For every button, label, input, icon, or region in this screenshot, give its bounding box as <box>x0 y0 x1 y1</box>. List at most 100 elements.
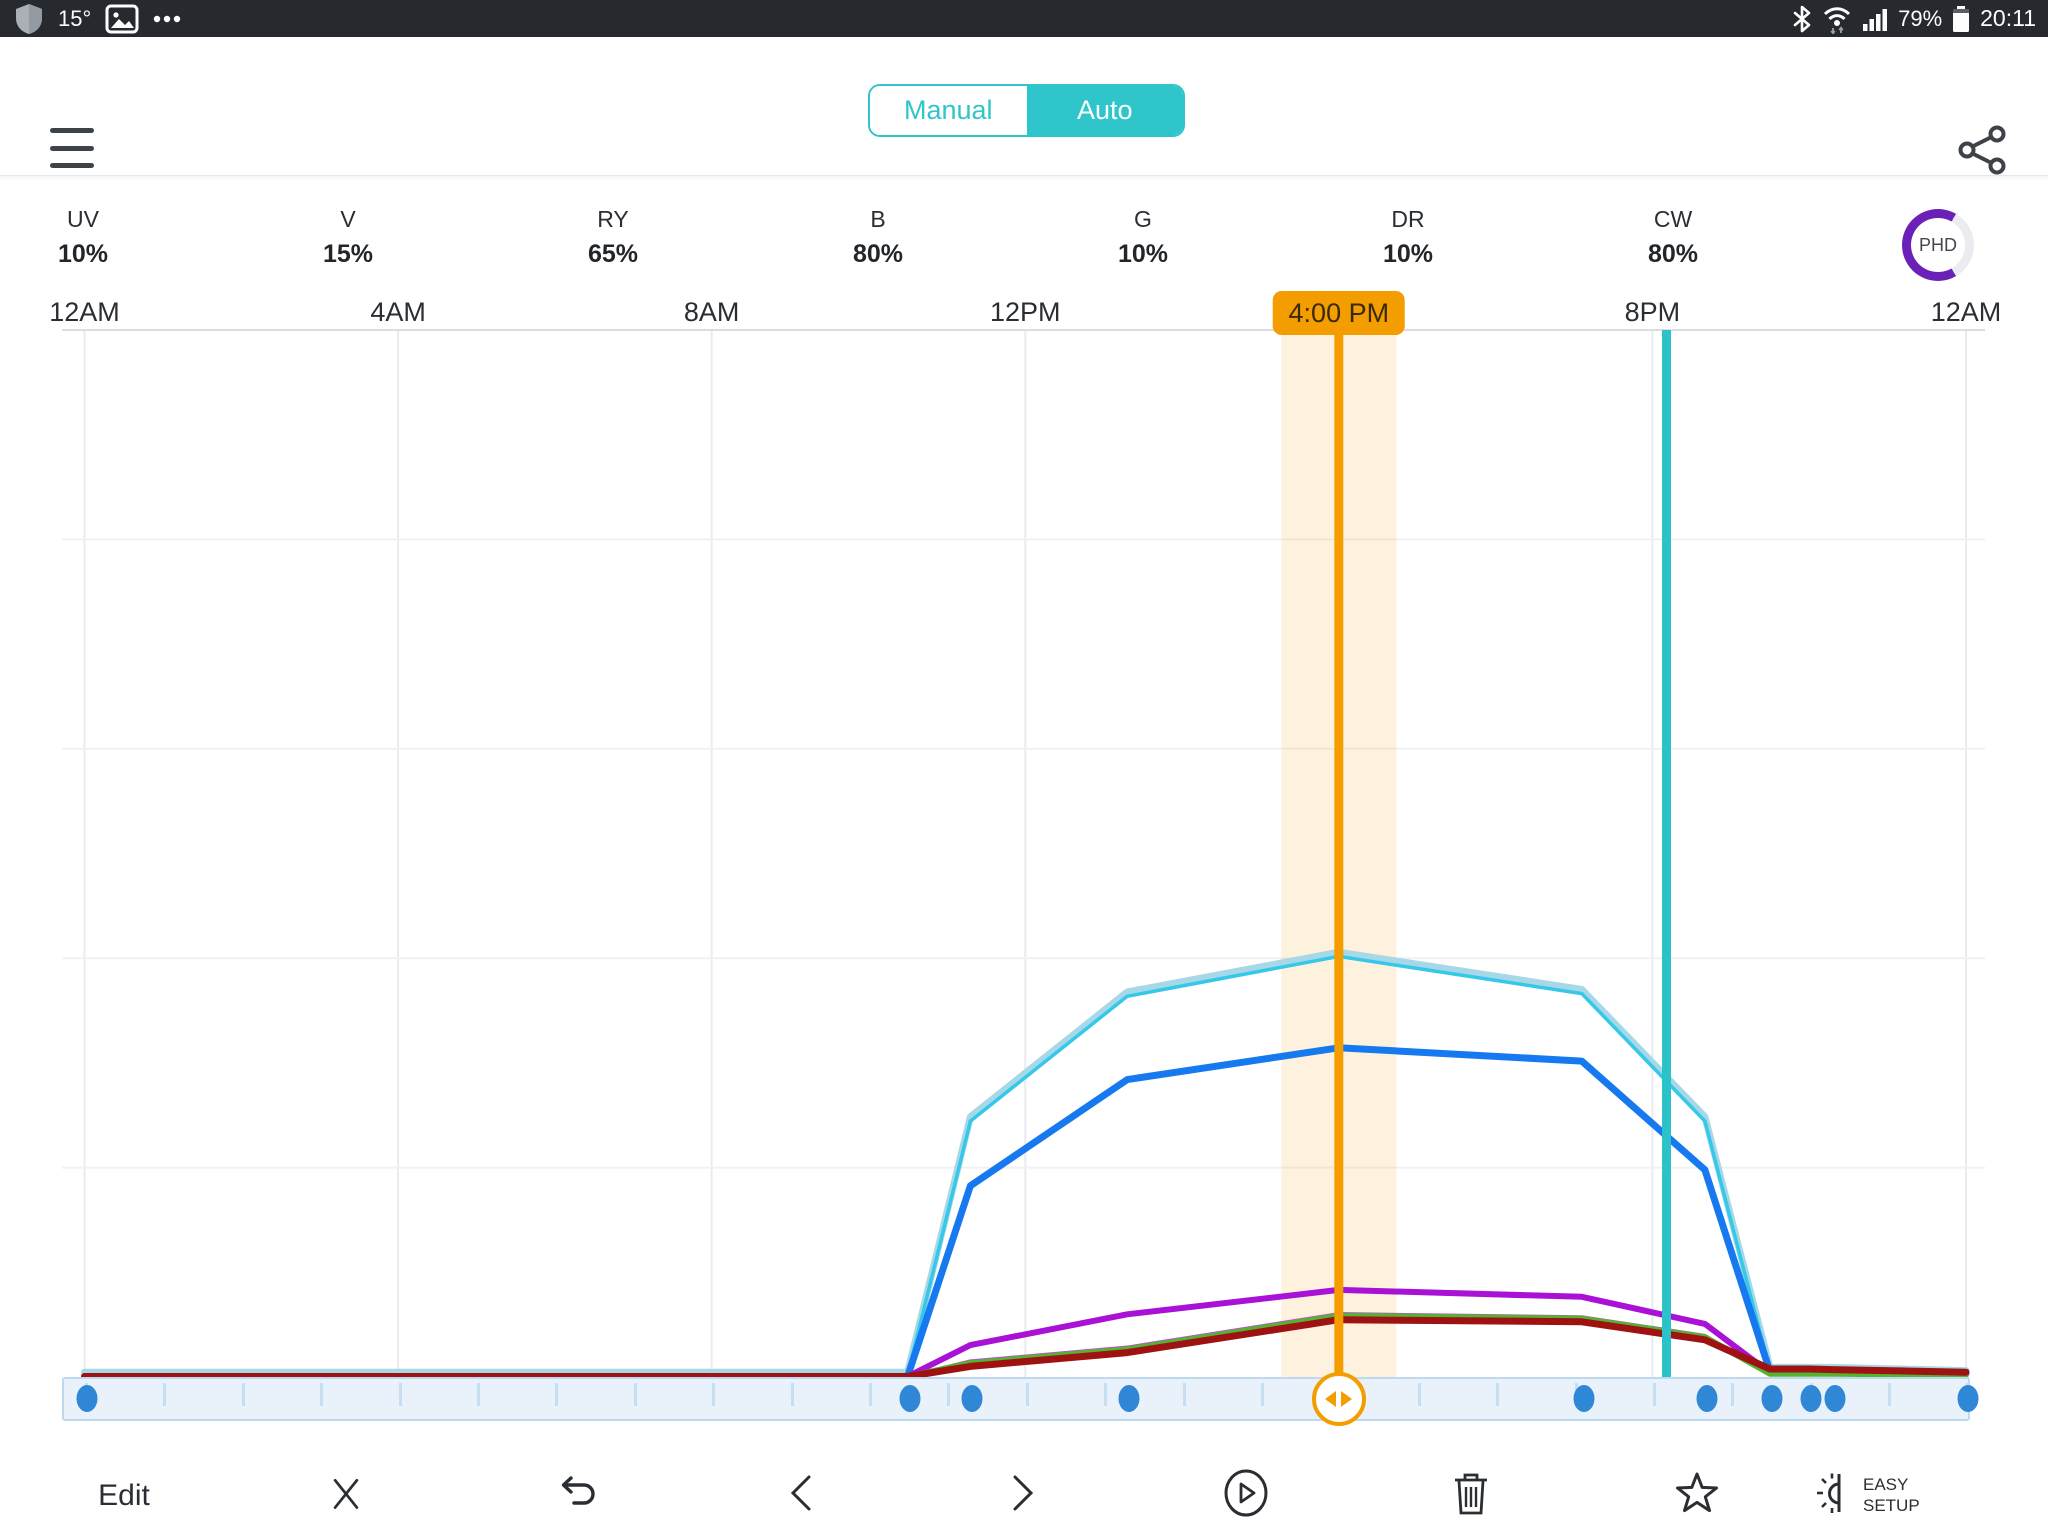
schedule-point-dot[interactable] <box>76 1385 97 1412</box>
channel-cw[interactable]: CW 80% <box>1593 206 1753 269</box>
timeline-slider[interactable] <box>62 1377 1970 1421</box>
shield-icon <box>14 3 44 35</box>
channel-name: UV <box>3 206 163 233</box>
previous-icon <box>785 1471 815 1520</box>
time-label-8am: 8AM <box>684 297 740 328</box>
slider-hour-tick <box>1496 1383 1499 1406</box>
curve-v <box>85 1290 1967 1377</box>
slider-hour-tick <box>1261 1383 1264 1406</box>
battery-percent: 79% <box>1898 6 1942 32</box>
next-button[interactable] <box>1009 1455 1039 1536</box>
edit-label: Edit <box>98 1479 150 1513</box>
schedule-point-dot[interactable] <box>1824 1385 1845 1412</box>
time-label-8pm: 8PM <box>1625 297 1681 328</box>
undo-icon <box>552 1473 598 1518</box>
channel-name: DR <box>1328 206 1488 233</box>
undo-button[interactable] <box>552 1455 598 1536</box>
phd-label: PHD <box>1911 218 1965 272</box>
status-clock: 20:11 <box>1980 5 2036 32</box>
slider-hour-tick <box>1888 1383 1891 1406</box>
channel-name: B <box>798 206 958 233</box>
time-label-12pm: 12PM <box>990 297 1061 328</box>
close-icon <box>326 1473 366 1518</box>
channel-b[interactable]: B 80% <box>798 206 958 269</box>
slider-hour-tick <box>1104 1383 1107 1406</box>
curve-ry <box>85 1048 1967 1377</box>
channel-v[interactable]: V 15% <box>268 206 428 269</box>
slider-hour-tick <box>869 1383 872 1406</box>
edit-button[interactable]: Edit <box>98 1455 150 1536</box>
bluetooth-icon <box>1792 5 1812 33</box>
easy-setup-button[interactable]: EASY SETUP <box>1809 1455 1935 1536</box>
channel-g[interactable]: G 10% <box>1063 206 1223 269</box>
favorite-button[interactable] <box>1674 1455 1720 1536</box>
slider-hour-tick <box>634 1383 637 1406</box>
battery-icon <box>1952 5 1970 33</box>
slider-hour-tick <box>1731 1383 1734 1406</box>
cursor-highlight-band <box>1281 330 1396 1377</box>
status-bar: 15° 79% <box>0 0 2048 37</box>
curve-cw <box>85 952 1967 1372</box>
status-temperature: 15° <box>58 6 91 32</box>
close-button[interactable] <box>326 1455 366 1536</box>
wifi-icon <box>1822 4 1852 34</box>
curve-b <box>85 956 1967 1375</box>
next-icon <box>1009 1471 1039 1520</box>
time-label-12am: 12AM <box>1931 297 2002 328</box>
time-label-12am: 12AM <box>49 297 120 328</box>
manual-mode-button[interactable]: Manual <box>870 86 1027 135</box>
channel-percent: 65% <box>533 240 693 269</box>
image-icon <box>105 4 139 34</box>
channel-name: CW <box>1593 206 1753 233</box>
auto-mode-button[interactable]: Auto <box>1027 86 1184 135</box>
slider-hour-tick <box>242 1383 245 1406</box>
channel-percent: 15% <box>268 240 428 269</box>
channel-percent: 80% <box>1593 240 1753 269</box>
slider-hour-tick <box>399 1383 402 1406</box>
curve-dr <box>85 1320 1967 1377</box>
play-icon <box>1222 1467 1270 1524</box>
previous-button[interactable] <box>785 1455 815 1536</box>
channel-name: G <box>1063 206 1223 233</box>
channel-percent: 10% <box>1063 240 1223 269</box>
curve-g <box>85 1316 1967 1377</box>
slider-hour-tick <box>947 1383 950 1406</box>
schedule-point-dot[interactable] <box>1696 1385 1717 1412</box>
slider-hour-tick <box>477 1383 480 1406</box>
channel-ry[interactable]: RY65% <box>533 206 693 269</box>
slider-hour-tick <box>1418 1383 1421 1406</box>
slider-hour-tick <box>1026 1383 1029 1406</box>
channel-name: V <box>268 206 428 233</box>
slider-hour-tick <box>163 1383 166 1406</box>
delete-button[interactable] <box>1451 1455 1491 1536</box>
channel-uv[interactable]: UV 10% <box>3 206 163 269</box>
share-icon[interactable] <box>1957 125 2007 175</box>
schedule-point-dot[interactable] <box>1573 1385 1594 1412</box>
schedule-point-dot[interactable] <box>899 1385 920 1412</box>
schedule-point-dot[interactable] <box>1957 1385 1978 1412</box>
delete-icon <box>1451 1469 1491 1522</box>
schedule-point-dot[interactable] <box>1801 1385 1822 1412</box>
channel-row: UV 10% V 15% RY65% B 80% G 10% DR10% CW 80% PHD <box>0 176 2048 296</box>
channel-percent: 80% <box>798 240 958 269</box>
more-dots-icon <box>153 15 181 23</box>
time-cursor-handle[interactable] <box>1312 1372 1366 1426</box>
easy-setup-label: EASY SETUP <box>1863 1475 1935 1516</box>
channel-dr[interactable]: DR10% <box>1328 206 1488 269</box>
time-cursor-badge[interactable]: 4:00 PM <box>1273 291 1406 335</box>
slider-hour-tick <box>712 1383 715 1406</box>
menu-icon[interactable] <box>50 128 94 168</box>
schedule-point-dot[interactable] <box>1761 1385 1782 1412</box>
slider-hour-tick <box>791 1383 794 1406</box>
mode-toggle: Manual Auto <box>868 84 1185 137</box>
app-bar: Manual Auto <box>0 37 2048 176</box>
favorite-icon <box>1674 1470 1720 1521</box>
schedule-point-dot[interactable] <box>1119 1385 1140 1412</box>
schedule-point-dot[interactable] <box>962 1385 983 1412</box>
slider-hour-tick <box>320 1383 323 1406</box>
channel-percent: 10% <box>3 240 163 269</box>
play-button[interactable] <box>1222 1455 1270 1536</box>
phd-progress-ring[interactable]: PHD <box>1902 209 1974 281</box>
handle-left-arrow-icon <box>1325 1391 1336 1407</box>
curve-uv <box>85 1314 1967 1377</box>
